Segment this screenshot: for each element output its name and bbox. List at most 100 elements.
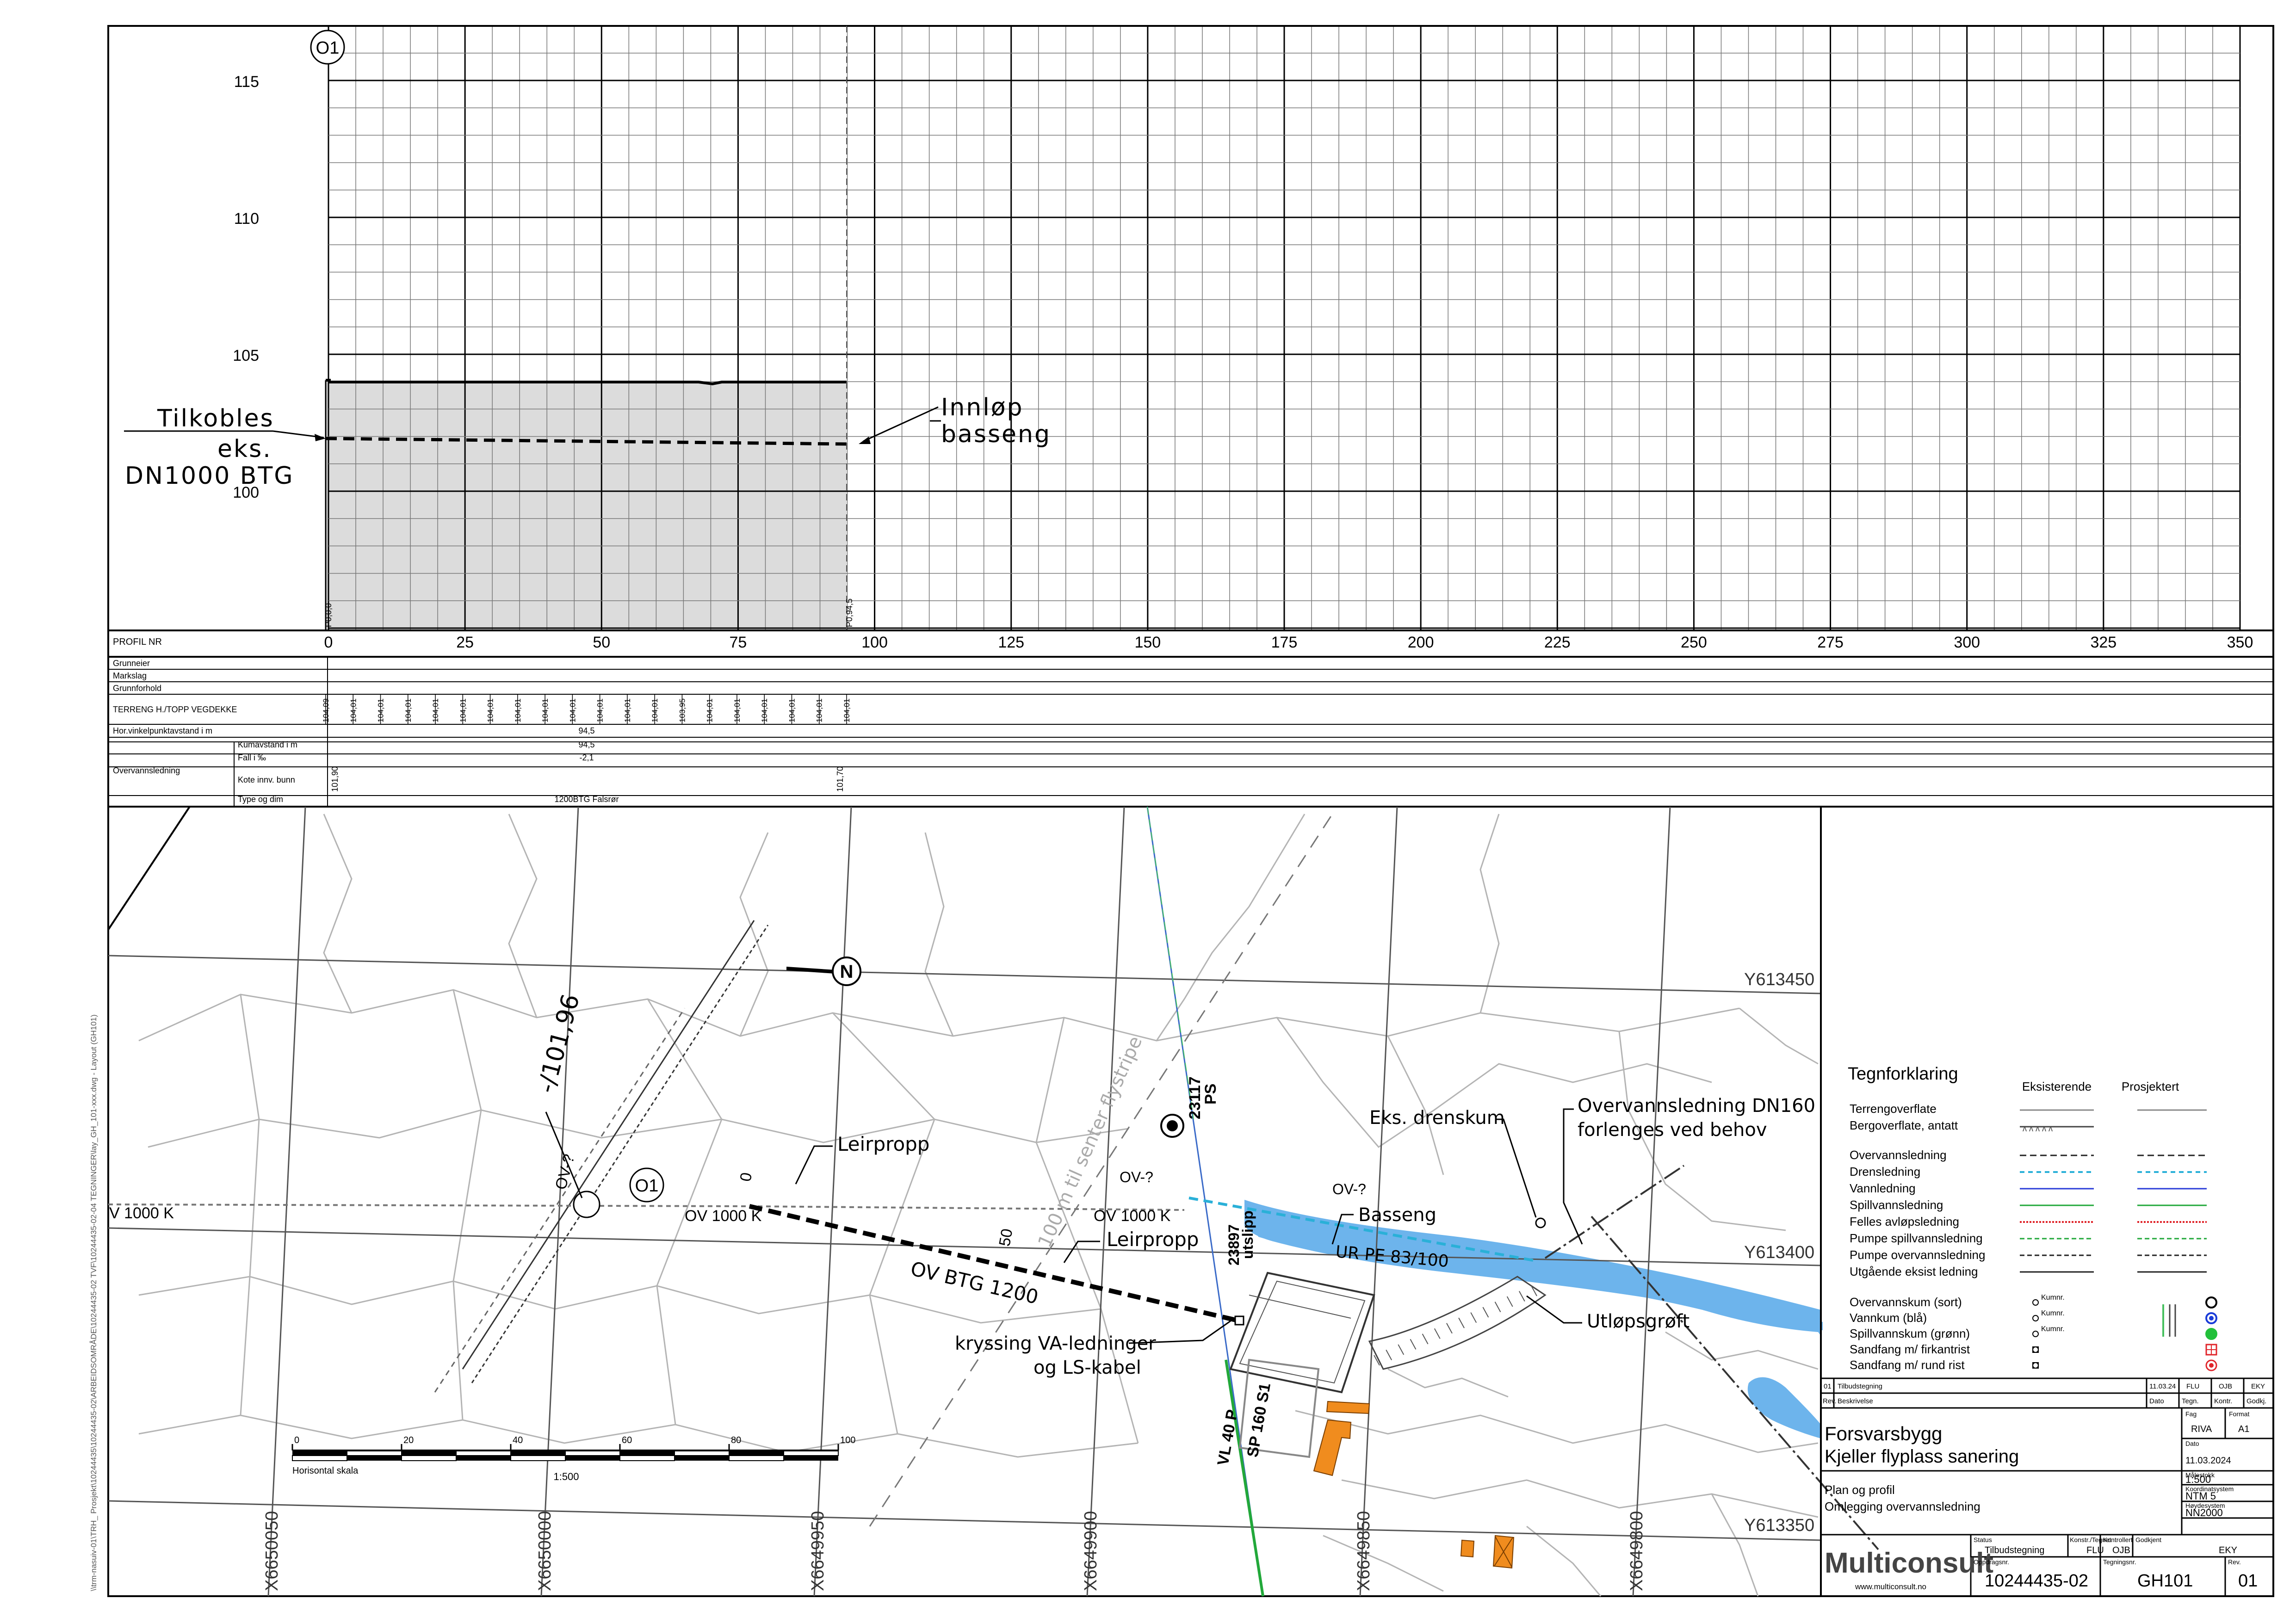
tb-height: NN2000 — [2185, 1507, 2223, 1518]
tb-drawing-1: Plan og profil — [1825, 1483, 1895, 1497]
lbl-ov1000-mid: OV 1000 K — [685, 1207, 762, 1225]
grid-label: Y613350 — [1744, 1516, 1814, 1535]
y-tick-115: 115 — [234, 73, 259, 91]
grid-label: X6649900 — [1081, 1511, 1101, 1591]
legend-kum-existing — [2032, 1315, 2039, 1321]
scale-tick-label: 80 — [731, 1435, 741, 1445]
rev-head-4: Kontr. — [2214, 1397, 2232, 1405]
lbl-ov1000-left: V 1000 K — [109, 1204, 174, 1222]
soil-fill — [326, 380, 847, 630]
band-type-label: Type og dim — [238, 795, 283, 804]
band-hor-label: Hor.vinkelpunktavstand i m — [113, 726, 212, 735]
scale-tick-label: 60 — [622, 1435, 632, 1445]
legend-row-label: Utgående eksist ledning — [1850, 1265, 1978, 1278]
lbl-ov-q3: OV-? — [1332, 1181, 1366, 1197]
annot-left-2: eks. — [217, 435, 272, 463]
x-tick-label: 175 — [1271, 634, 1298, 651]
rev-head-3: Tegn. — [2182, 1397, 2199, 1405]
scale-segment — [784, 1456, 838, 1461]
y-tick-105: 105 — [233, 347, 259, 364]
legend-kum-label: Spillvannskum (grønn) — [1850, 1327, 1970, 1340]
legend-kum-label: Overvannskum (sort) — [1850, 1295, 1962, 1309]
legend-kum-project — [2205, 1296, 2217, 1308]
legend-kumnr: Kumnr. — [2041, 1309, 2065, 1317]
scale-segment-white — [510, 1455, 566, 1461]
band-grunneier: Grunneier — [113, 659, 150, 668]
exist-kum-left — [573, 1191, 600, 1218]
tb-drawing-2: Omlegging overvannsledning — [1825, 1500, 1980, 1513]
scale-tick-label: 40 — [513, 1435, 523, 1445]
legend-kum-label: Sandfang m/ firkantrist — [1850, 1342, 1970, 1356]
lbl-ps: PS — [1202, 1084, 1219, 1105]
lbl-ov-q2: OV-? — [1120, 1169, 1153, 1185]
tb-format-label: Format — [2229, 1410, 2249, 1418]
annot-left-3: DN1000 BTG — [125, 462, 294, 490]
scale-segment-white — [729, 1455, 784, 1461]
band-kum-value: 94,5 — [578, 740, 594, 749]
tb-company: Multiconsult — [1825, 1547, 1993, 1579]
lbl-leirpropp-1: Leirpropp — [837, 1133, 929, 1155]
tb-rev-label: Rev. — [2228, 1558, 2241, 1566]
scale-segment — [456, 1456, 511, 1461]
x-tick-label: 325 — [2090, 634, 2117, 651]
scale-ratio: 1:500 — [553, 1471, 579, 1482]
band-kote-end: 101,70 — [835, 766, 845, 792]
x-tick-label: 0 — [324, 634, 333, 651]
tb-konstr: FLU — [2086, 1545, 2104, 1555]
grid-label: X6649850 — [1354, 1511, 1374, 1591]
legend-col-existing: Eksisterende — [2022, 1080, 2092, 1093]
x-tick-label: 25 — [456, 634, 474, 651]
rev-head-0: Rev. — [1823, 1397, 1837, 1405]
rev-row-1: Tilbudstegning — [1838, 1382, 1882, 1390]
rev-head-2: Dato — [2149, 1397, 2164, 1405]
lbl-eks-drenskum: Eks. drenskum — [1369, 1107, 1505, 1129]
tb-dato-label: Dato — [2185, 1440, 2199, 1447]
section-label-profile: O1 — [316, 38, 340, 58]
legend-row-label: Pumpe overvannsledning — [1850, 1248, 1985, 1262]
grid-label: Y613450 — [1744, 970, 1814, 989]
tb-godkj: EKY — [2219, 1545, 2237, 1555]
lbl-ps-num: 23117 — [1186, 1076, 1204, 1119]
scale-segment-white — [292, 1455, 347, 1461]
tb-website: www.multiconsult.no — [1855, 1582, 1926, 1591]
grid-label: X6650050 — [262, 1511, 282, 1591]
x-tick-label: 200 — [1408, 634, 1434, 651]
lbl-ovl-dn160-2: forlenges ved behov — [1578, 1119, 1767, 1141]
tb-kontr-label: Kontrollert — [2103, 1536, 2133, 1543]
band-fall-label: Fall i ‰ — [238, 753, 266, 762]
svg-text:ʌ ʌ ʌ ʌ ʌ: ʌ ʌ ʌ ʌ ʌ — [2023, 1124, 2053, 1133]
scale-caption: Horisontal skala — [292, 1466, 359, 1476]
station-start: P0,0,0 — [324, 603, 333, 627]
scale-segment-white — [401, 1455, 457, 1461]
tb-format: A1 — [2238, 1424, 2249, 1434]
lbl-utslipp: utslipp — [1239, 1210, 1256, 1259]
legend-kum-label: Sandfang m/ rund rist — [1850, 1358, 1965, 1372]
scale-segment — [675, 1456, 729, 1461]
legend-row-label: Drensledning — [1850, 1165, 1920, 1179]
lbl-chain-50: 50 — [996, 1228, 1016, 1248]
terrain-line — [326, 379, 847, 386]
band-terreng-label: TERRENG H./TOPP VEGDEKKE — [113, 705, 237, 714]
x-tick-label: 100 — [861, 634, 888, 651]
legend-kum-existing — [2032, 1346, 2039, 1353]
tb-client: Forsvarsbygg — [1825, 1423, 1942, 1444]
legend-kum-label: Vannkum (blå) — [1850, 1311, 1927, 1325]
legend-kumnr: Kumnr. — [2041, 1325, 2065, 1333]
legend-title: Tegnforklaring — [1848, 1064, 1958, 1084]
scale-segment — [565, 1456, 620, 1461]
grid-label: X6649800 — [1627, 1511, 1646, 1591]
rev-row-4: OJB — [2219, 1382, 2232, 1390]
tb-oppdrag: 10244435-02 — [1985, 1571, 2088, 1591]
annot-left-1: Tilkobles — [157, 405, 274, 432]
band-kum-label: Kumavstand i m — [238, 740, 297, 749]
tb-kontr: OJB — [2112, 1545, 2130, 1555]
band-grunnforhold: Grunnforhold — [113, 684, 161, 693]
x-tick-label: 125 — [998, 634, 1024, 651]
lbl-basseng: Basseng — [1358, 1204, 1436, 1226]
grid-label: Y613400 — [1744, 1243, 1814, 1262]
building-1 — [1326, 1401, 1370, 1414]
x-tick-label: 350 — [2227, 634, 2253, 651]
station-end: P0,94,5 — [845, 599, 854, 627]
y-tick-110: 110 — [234, 210, 259, 228]
rev-head-1: Beskrivelse — [1838, 1397, 1873, 1405]
